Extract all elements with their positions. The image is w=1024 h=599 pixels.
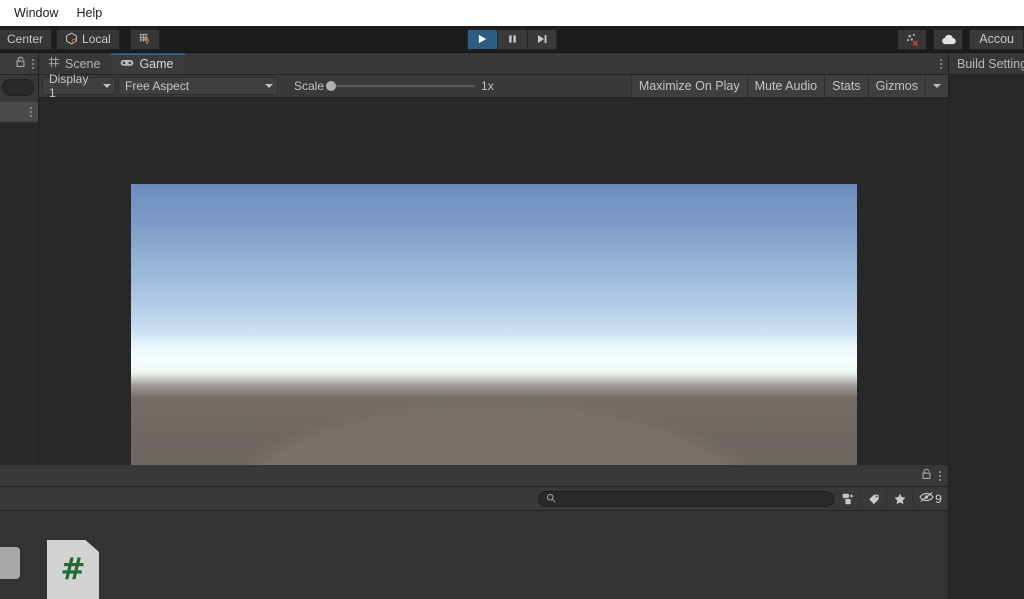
game-render-output[interactable] — [131, 184, 857, 481]
handle-rotation-button[interactable]: Local — [56, 28, 120, 50]
aspect-dropdown[interactable]: Free Aspect — [118, 77, 278, 95]
scale-slider-handle[interactable] — [326, 81, 337, 91]
scale-label: Scale — [294, 79, 325, 93]
unity-editor-window: Window Help Center Local Accou Scene Gam… — [0, 0, 1024, 599]
project-assets-grid[interactable]: # — [0, 511, 948, 599]
build-settings-label: Build Setting — [957, 56, 1024, 71]
project-search-toolbar: 9 — [0, 486, 948, 511]
hierarchy-tree-body[interactable] — [0, 123, 38, 465]
pivot-mode-button[interactable]: Center — [0, 28, 53, 50]
project-search-input[interactable] — [538, 490, 834, 507]
project-panel: 9 # — [0, 465, 948, 599]
chevron-down-icon — [933, 84, 941, 88]
account-button[interactable]: Accou — [969, 28, 1024, 50]
filter-type-icon[interactable] — [834, 486, 860, 511]
hierarchy-search-input[interactable] — [2, 79, 34, 96]
game-view-toolbar: Display 1 Free Aspect Scale 1x Maximize … — [39, 72, 948, 100]
gizmos-toggle[interactable]: Gizmos — [867, 75, 925, 97]
main-toolbar: Center Local Accou — [0, 26, 1024, 53]
csharp-file-icon[interactable]: # — [47, 540, 99, 599]
mute-audio-toggle[interactable]: Mute Audio — [746, 75, 825, 97]
maximize-on-play-label: Maximize On Play — [638, 79, 740, 93]
step-button[interactable] — [527, 28, 557, 50]
os-menu-bar: Window Help — [0, 0, 1024, 26]
chevron-down-icon — [103, 84, 111, 88]
hierarchy-panel-header — [0, 53, 38, 75]
mute-audio-label: Mute Audio — [754, 79, 818, 93]
search-icon — [546, 492, 556, 506]
gizmos-dropdown[interactable] — [925, 75, 948, 97]
aspect-dropdown-label: Free Aspect — [125, 79, 190, 93]
play-button[interactable] — [467, 28, 497, 50]
chevron-down-icon — [265, 84, 273, 88]
pivot-mode-label: Center — [7, 32, 44, 46]
scale-slider-group: Scale 1x — [294, 79, 494, 93]
menu-item-window[interactable]: Window — [6, 4, 66, 22]
asset-thumbnail[interactable] — [0, 547, 20, 579]
cloud-icon[interactable] — [933, 28, 964, 50]
kebab-menu-icon[interactable] — [30, 106, 32, 117]
inspector-panel: Build Setting — [948, 53, 1024, 465]
pause-button[interactable] — [497, 28, 527, 50]
star-icon[interactable] — [886, 486, 912, 511]
menu-item-help[interactable]: Help — [68, 4, 110, 22]
gizmos-label: Gizmos — [875, 79, 918, 93]
transform-tools-group: Center Local — [0, 26, 160, 52]
tab-game-label: Game — [139, 56, 174, 71]
visibility-off-icon — [919, 491, 934, 506]
gamepad-icon — [120, 57, 134, 71]
playmode-controls — [467, 28, 557, 50]
csharp-hash-glyph: # — [60, 552, 86, 587]
scale-slider[interactable] — [326, 81, 476, 91]
hidden-objects-count: 9 — [935, 491, 942, 506]
inspector-panel-lower — [948, 465, 1024, 599]
kebab-menu-icon[interactable] — [940, 58, 942, 69]
grid-icon — [48, 56, 60, 71]
account-label: Accou — [979, 32, 1014, 46]
build-settings-tab[interactable]: Build Setting — [949, 53, 1024, 75]
tab-scene[interactable]: Scene — [39, 53, 111, 74]
stats-toggle[interactable]: Stats — [824, 75, 868, 97]
project-panel-header — [0, 465, 948, 487]
lock-icon[interactable] — [921, 468, 932, 483]
display-dropdown[interactable]: Display 1 — [42, 72, 116, 100]
maximize-on-play-toggle[interactable]: Maximize On Play — [630, 75, 747, 97]
game-dock-menu[interactable] — [940, 53, 942, 74]
display-dropdown-label: Display 1 — [49, 72, 89, 100]
hierarchy-row[interactable] — [0, 102, 38, 121]
tab-scene-label: Scene — [65, 56, 101, 71]
kebab-menu-icon[interactable] — [939, 470, 941, 481]
toolbar-right-group: Accou — [897, 26, 1024, 52]
game-dock-tabstrip: Scene Game — [39, 53, 948, 75]
ground-horizon-curve — [131, 338, 857, 481]
grid-snap-icon[interactable] — [129, 28, 160, 50]
stats-label: Stats — [832, 79, 861, 93]
collab-error-icon[interactable] — [897, 28, 928, 50]
hierarchy-panel — [0, 53, 38, 465]
game-view-dock: Scene Game Display 1 Free Aspect Scale 1… — [38, 53, 948, 481]
lock-icon[interactable] — [15, 56, 26, 71]
tab-game[interactable]: Game — [111, 53, 185, 74]
cube-icon — [65, 32, 78, 47]
game-view-canvas-area[interactable] — [39, 99, 948, 481]
game-view-toggles: Maximize On Play Mute Audio Stats Gizmos — [630, 75, 948, 97]
scale-value: 1x — [481, 79, 494, 93]
kebab-menu-icon[interactable] — [32, 58, 34, 69]
handle-rotation-label: Local — [82, 32, 111, 46]
hidden-objects-indicator[interactable]: 9 — [912, 486, 948, 511]
tag-icon[interactable] — [860, 486, 886, 511]
